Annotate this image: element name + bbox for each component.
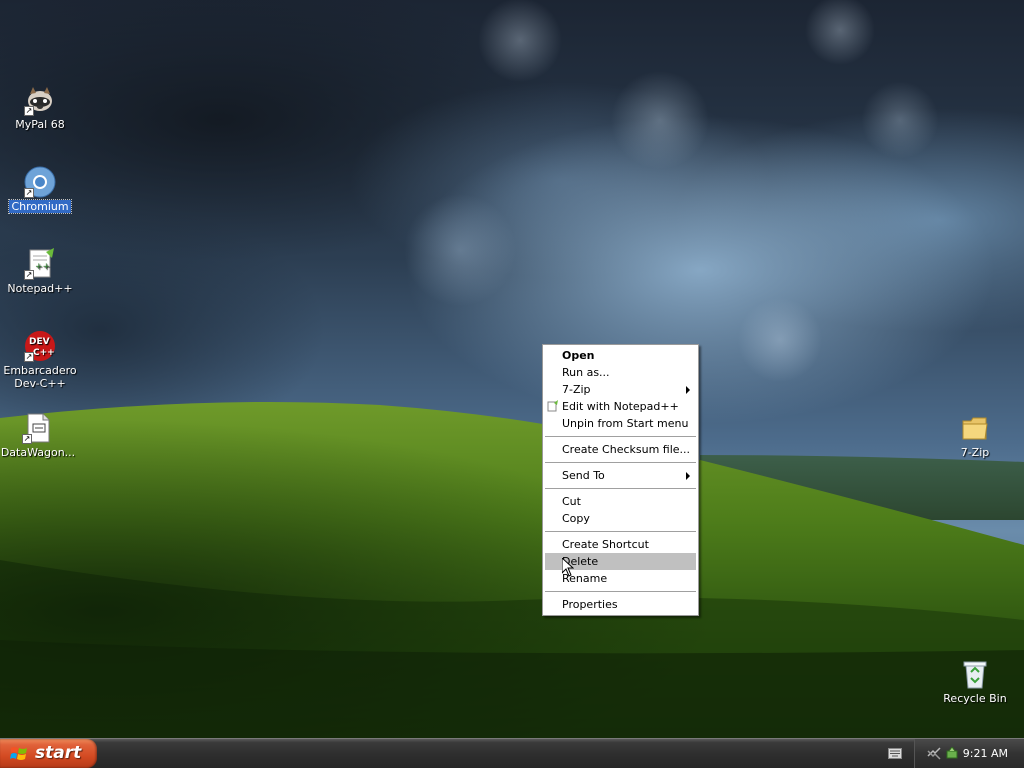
safely-remove-hardware-icon[interactable] [945, 747, 959, 760]
svg-text:++: ++ [35, 262, 50, 272]
menu-item-label: Properties [562, 598, 618, 611]
menu-item-label: Create Shortcut [562, 538, 649, 551]
menu-item-label: 7-Zip [562, 383, 591, 396]
desktop-icon-label: Chromium [8, 199, 72, 214]
recycle-bin-icon [959, 658, 991, 690]
menu-item-edit-with-notepadpp[interactable]: Edit with Notepad++ [545, 398, 696, 415]
menu-separator [545, 591, 696, 592]
devcpp-icon: DEV C++ ↗ [24, 330, 56, 362]
desktop-icon-recycle-bin[interactable]: Recycle Bin [935, 658, 1015, 705]
desktop-icon-label: MyPal 68 [15, 118, 65, 131]
menu-item-label: Open [562, 349, 595, 362]
desktop-icon-label: Recycle Bin [943, 692, 1007, 705]
menu-item-properties[interactable]: Properties [545, 596, 696, 613]
svg-text:DEV: DEV [29, 337, 50, 347]
shortcut-arrow-icon: ↗ [24, 106, 34, 116]
keyboard-icon[interactable] [888, 748, 902, 759]
menu-item-label: Copy [562, 512, 590, 525]
mouse-pointer-icon [562, 558, 574, 577]
menu-item-label: Create Checksum file... [562, 443, 691, 456]
desktop-icon-mypal[interactable]: ↗ MyPal 68 [0, 84, 80, 131]
desktop-icon-label-line2: Dev-C++ [14, 377, 66, 390]
menu-item-create-checksum[interactable]: Create Checksum file... [545, 441, 696, 458]
menu-item-label: Send To [562, 469, 605, 482]
desktop-icon-datawagon[interactable]: ↗ DataWagon... [0, 412, 78, 459]
submenu-arrow-icon [686, 472, 690, 480]
notepadpp-icon: ++ ↗ [24, 248, 56, 280]
menu-item-cut[interactable]: Cut [545, 493, 696, 510]
folder-icon [959, 412, 991, 444]
menu-item-create-shortcut[interactable]: Create Shortcut [545, 536, 696, 553]
system-tray: 9:21 AM [914, 739, 1024, 768]
notepadpp-small-icon [547, 400, 558, 412]
menu-item-copy[interactable]: Copy [545, 510, 696, 527]
menu-item-label: Cut [562, 495, 581, 508]
desktop-icon-devcpp[interactable]: DEV C++ ↗ Embarcadero Dev-C++ [0, 330, 80, 390]
menu-item-unpin-start[interactable]: Unpin from Start menu [545, 415, 696, 432]
desktop-icon-label: Notepad++ [7, 282, 73, 295]
menu-separator [545, 488, 696, 489]
shortcut-arrow-icon: ↗ [24, 352, 34, 362]
desktop-icon-7zip-folder[interactable]: 7-Zip [935, 412, 1015, 459]
chromium-icon: ↗ [24, 166, 56, 198]
mypal-raccoon-icon: ↗ [24, 84, 56, 116]
menu-item-label: Edit with Notepad++ [562, 400, 679, 413]
desktop-icon-label-line1: Embarcadero [3, 364, 77, 377]
taskbar: start 9:21 AM [0, 738, 1024, 768]
desktop-icon-notepadpp[interactable]: ++ ↗ Notepad++ [0, 248, 80, 295]
network-icon[interactable] [927, 747, 941, 760]
menu-item-label: Run as... [562, 366, 610, 379]
green-hills [0, 401, 1024, 738]
menu-item-run-as[interactable]: Run as... [545, 364, 696, 381]
menu-item-label: Unpin from Start menu [562, 417, 689, 430]
desktop-icon-label: DataWagon... [0, 446, 76, 459]
submenu-arrow-icon [686, 386, 690, 394]
desktop-icon-chromium[interactable]: ↗ Chromium [0, 166, 80, 214]
document-icon: ↗ [22, 412, 54, 444]
menu-item-open[interactable]: Open [545, 347, 696, 364]
svg-text:C++: C++ [33, 348, 55, 358]
menu-separator [545, 531, 696, 532]
start-button[interactable]: start [0, 739, 97, 768]
desktop-icon-label: Embarcadero Dev-C++ [1, 364, 78, 390]
menu-item-7zip[interactable]: 7-Zip [545, 381, 696, 398]
menu-separator [545, 436, 696, 437]
shortcut-arrow-icon: ↗ [22, 434, 32, 444]
desktop-wallpaper [0, 0, 1024, 738]
menu-separator [545, 462, 696, 463]
menu-item-send-to[interactable]: Send To [545, 467, 696, 484]
windows-flag-icon [10, 747, 27, 760]
shortcut-arrow-icon: ↗ [24, 270, 34, 280]
desktop-icon-label: 7-Zip [960, 446, 990, 459]
clock[interactable]: 9:21 AM [963, 747, 1008, 760]
start-label: start [35, 743, 82, 763]
shortcut-arrow-icon: ↗ [24, 188, 34, 198]
